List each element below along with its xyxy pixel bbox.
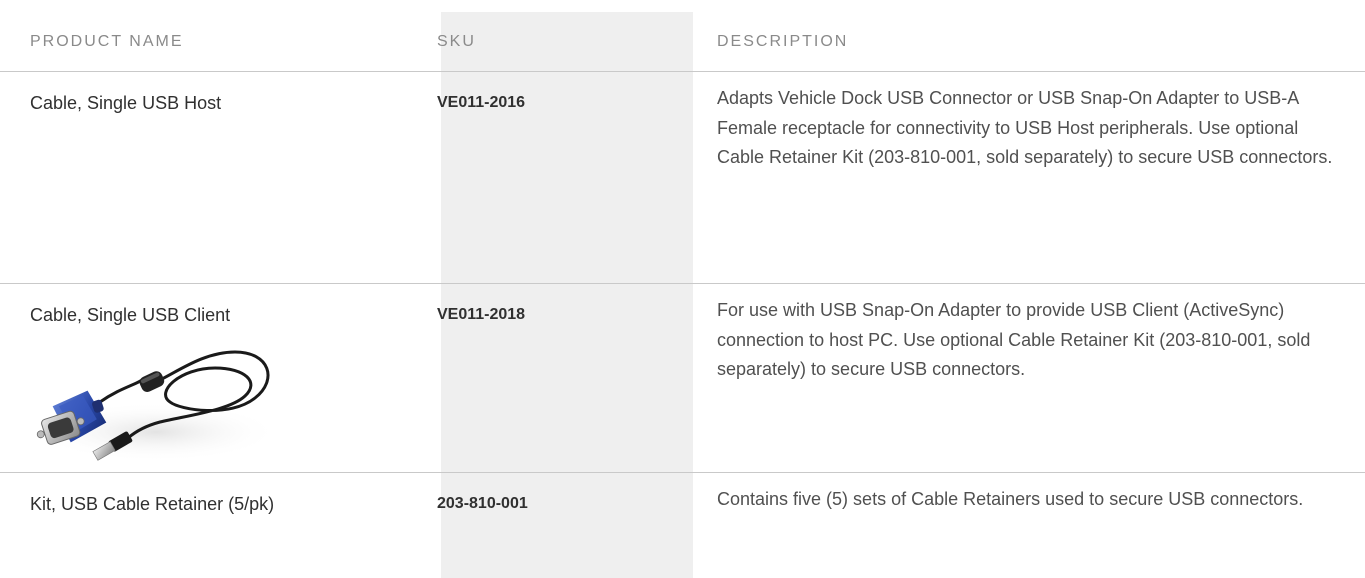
header-product-name: PRODUCT NAME bbox=[30, 33, 184, 50]
usb-cable-image bbox=[30, 340, 282, 461]
product-sku: 203-810-001 bbox=[437, 495, 528, 512]
table-row: Kit, USB Cable Retainer (5/pk) 203-810-0… bbox=[0, 473, 1365, 563]
product-description: For use with USB Snap-On Adapter to prov… bbox=[717, 300, 1311, 379]
product-name: Cable, Single USB Client bbox=[30, 305, 231, 325]
product-sku: VE011-2018 bbox=[437, 306, 526, 323]
table-row: Cable, Single USB Client VE011-2018 For … bbox=[0, 284, 1365, 473]
table-row: Cable, Single USB Host VE011-2016 Adapts… bbox=[0, 72, 1365, 284]
product-sku: VE011-2016 bbox=[437, 94, 526, 111]
table-header-row: PRODUCT NAME SKU DESCRIPTION bbox=[0, 12, 1365, 72]
product-description: Adapts Vehicle Dock USB Connector or USB… bbox=[717, 88, 1333, 167]
product-name: Cable, Single USB Host bbox=[30, 93, 222, 113]
header-description: DESCRIPTION bbox=[717, 33, 849, 50]
product-description: Contains five (5) sets of Cable Retainer… bbox=[717, 489, 1304, 509]
header-sku: SKU bbox=[437, 33, 476, 50]
product-table: PRODUCT NAME SKU DESCRIPTION Cable, Sing… bbox=[0, 12, 1365, 578]
product-name: Kit, USB Cable Retainer (5/pk) bbox=[30, 494, 275, 514]
